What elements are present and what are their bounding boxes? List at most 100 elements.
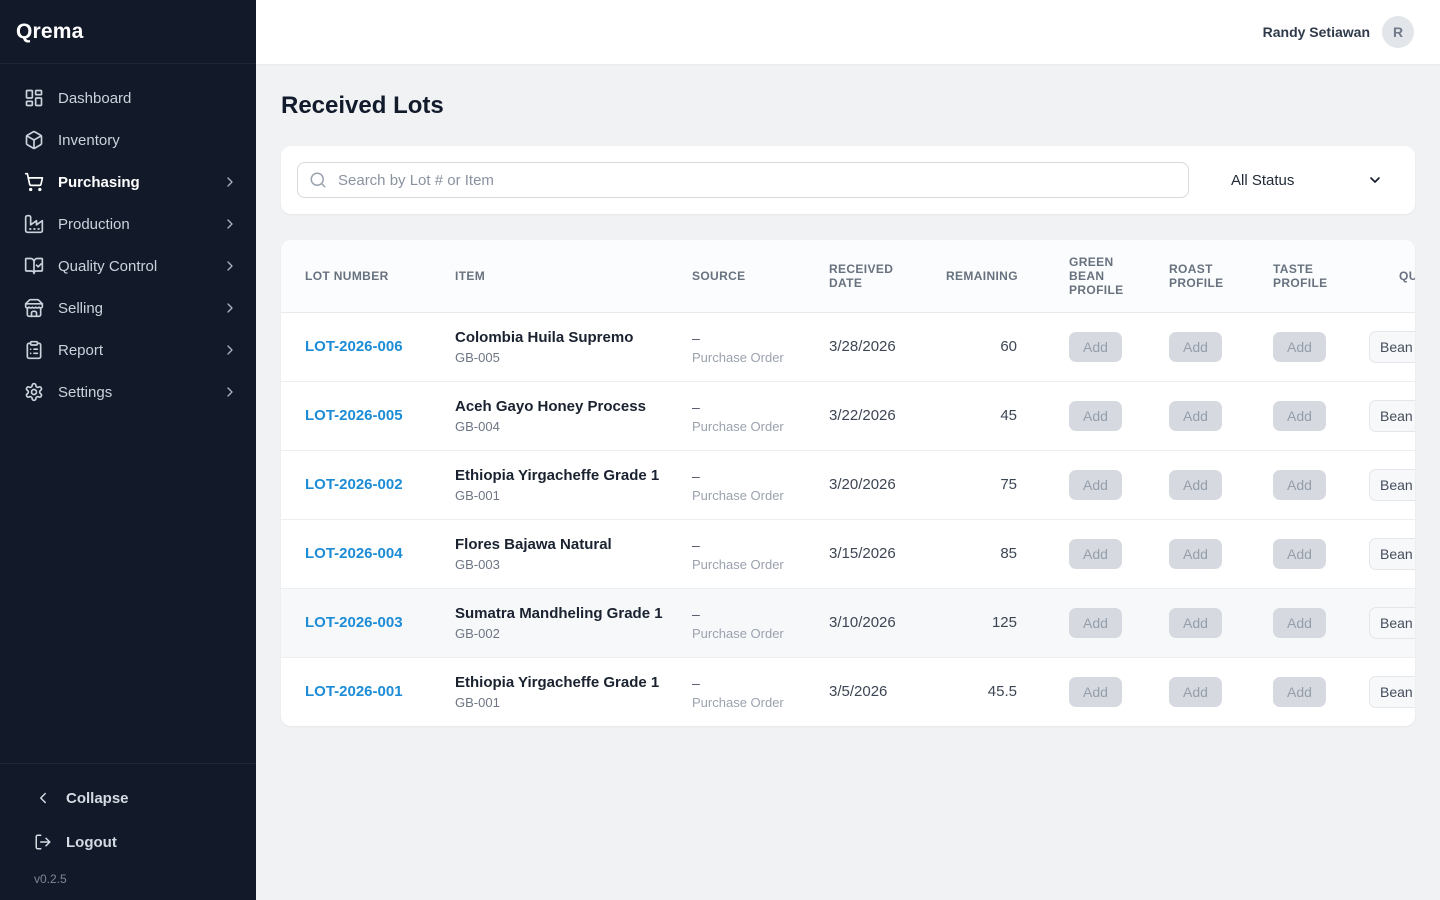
add-taste-profile-button[interactable]: Add <box>1273 539 1326 569</box>
quality-action-button[interactable]: Bean <box>1369 400 1415 432</box>
item-name: Ethiopia Yirgacheffe Grade 1 <box>455 466 668 485</box>
gear-icon <box>24 382 44 402</box>
add-green-bean-profile-button[interactable]: Add <box>1069 401 1122 431</box>
sidebar-item-production[interactable]: Production <box>0 203 256 245</box>
sidebar-item-report[interactable]: Report <box>0 329 256 371</box>
sidebar-nav: Dashboard Inventory Purchasing <box>0 64 256 763</box>
column-header-quality: QU <box>1353 240 1415 312</box>
lot-number-link[interactable]: LOT-2026-003 <box>305 614 403 631</box>
item-code: GB-005 <box>455 350 668 365</box>
add-roast-profile-button[interactable]: Add <box>1169 608 1222 638</box>
cart-icon <box>24 172 44 192</box>
sidebar-item-selling[interactable]: Selling <box>0 287 256 329</box>
sidebar-item-inventory[interactable]: Inventory <box>0 119 256 161</box>
collapse-button[interactable]: Collapse <box>0 776 256 820</box>
search-icon <box>309 171 327 189</box>
add-taste-profile-button[interactable]: Add <box>1273 677 1326 707</box>
add-taste-profile-button[interactable]: Add <box>1273 401 1326 431</box>
add-roast-profile-button[interactable]: Add <box>1169 539 1222 569</box>
quality-action-button[interactable]: Bean <box>1369 676 1415 708</box>
table-row: LOT-2026-001 Ethiopia Yirgacheffe Grade … <box>281 657 1415 726</box>
app-root: Qrema Dashboard Inventory Purchasing <box>0 0 1440 900</box>
source-type: Purchase Order <box>692 695 805 710</box>
item-code: GB-004 <box>455 419 668 434</box>
column-header-source: SOURCE <box>676 240 813 312</box>
column-header-roast-profile: ROAST PROFILE <box>1153 240 1257 312</box>
add-roast-profile-button[interactable]: Add <box>1169 677 1222 707</box>
add-green-bean-profile-button[interactable]: Add <box>1069 470 1122 500</box>
table-row: LOT-2026-002 Ethiopia Yirgacheffe Grade … <box>281 450 1415 519</box>
store-icon <box>24 298 44 318</box>
sidebar-item-label: Settings <box>58 384 222 401</box>
search-input[interactable] <box>297 162 1189 198</box>
sidebar-footer: Collapse Logout v0.2.5 <box>0 763 256 900</box>
quality-action-button[interactable]: Bean <box>1369 469 1415 501</box>
lot-number-link[interactable]: LOT-2026-005 <box>305 407 403 424</box>
column-header-received-date: RECEIVED DATE <box>813 240 930 312</box>
chevron-right-icon <box>222 342 238 358</box>
lot-number-link[interactable]: LOT-2026-004 <box>305 545 403 562</box>
add-roast-profile-button[interactable]: Add <box>1169 470 1222 500</box>
item-code: GB-001 <box>455 695 668 710</box>
received-date: 3/15/2026 <box>813 519 930 588</box>
add-green-bean-profile-button[interactable]: Add <box>1069 332 1122 362</box>
quality-action-button[interactable]: Bean <box>1369 538 1415 570</box>
avatar[interactable]: R <box>1382 16 1414 48</box>
column-header-green-bean-profile: GREEN BEAN PROFILE <box>1053 240 1153 312</box>
chevron-right-icon <box>222 216 238 232</box>
source-type: Purchase Order <box>692 488 805 503</box>
remaining-value: 85 <box>930 519 1053 588</box>
logout-button[interactable]: Logout <box>0 820 256 864</box>
quality-action-button[interactable]: Bean <box>1369 331 1415 363</box>
logout-icon <box>34 833 52 851</box>
topbar: Randy Setiawan R <box>256 0 1440 64</box>
source-type: Purchase Order <box>692 350 805 365</box>
sidebar-item-label: Report <box>58 342 222 359</box>
source-value: – <box>692 329 805 347</box>
status-filter-select[interactable]: All Status <box>1209 162 1397 198</box>
table-header-row: LOT NUMBER ITEM SOURCE RECEIVED DATE REM… <box>281 240 1415 312</box>
add-roast-profile-button[interactable]: Add <box>1169 332 1222 362</box>
add-roast-profile-button[interactable]: Add <box>1169 401 1222 431</box>
chevron-right-icon <box>222 300 238 316</box>
column-header-remaining: REMAINING <box>930 240 1053 312</box>
item-name: Colombia Huila Supremo <box>455 328 668 347</box>
item-code: GB-001 <box>455 488 668 503</box>
quality-action-button[interactable]: Bean <box>1369 607 1415 639</box>
add-taste-profile-button[interactable]: Add <box>1273 608 1326 638</box>
source-type: Purchase Order <box>692 626 805 641</box>
main-area: Randy Setiawan R Received Lots All Statu… <box>256 0 1440 900</box>
lot-number-link[interactable]: LOT-2026-002 <box>305 476 403 493</box>
app-version: v0.2.5 <box>0 864 256 886</box>
sidebar-item-dashboard[interactable]: Dashboard <box>0 77 256 119</box>
lot-number-link[interactable]: LOT-2026-001 <box>305 683 403 700</box>
add-green-bean-profile-button[interactable]: Add <box>1069 677 1122 707</box>
sidebar-item-settings[interactable]: Settings <box>0 371 256 413</box>
table-body: LOT-2026-006 Colombia Huila Supremo GB-0… <box>281 312 1415 726</box>
page-title: Received Lots <box>281 92 1415 120</box>
add-green-bean-profile-button[interactable]: Add <box>1069 608 1122 638</box>
sidebar-item-label: Purchasing <box>58 174 222 191</box>
add-green-bean-profile-button[interactable]: Add <box>1069 539 1122 569</box>
lot-number-link[interactable]: LOT-2026-006 <box>305 338 403 355</box>
sidebar-item-label: Production <box>58 216 222 233</box>
add-taste-profile-button[interactable]: Add <box>1273 332 1326 362</box>
user-name: Randy Setiawan <box>1263 24 1370 40</box>
table-row: LOT-2026-006 Colombia Huila Supremo GB-0… <box>281 312 1415 381</box>
source-value: – <box>692 674 805 692</box>
sidebar-item-quality-control[interactable]: Quality Control <box>0 245 256 287</box>
dashboard-icon <box>24 88 44 108</box>
content: Received Lots All Status <box>256 64 1440 754</box>
received-date: 3/22/2026 <box>813 381 930 450</box>
factory-icon <box>24 214 44 234</box>
chevron-right-icon <box>222 258 238 274</box>
remaining-value: 45 <box>930 381 1053 450</box>
column-header-taste-profile: TASTE PROFILE <box>1257 240 1353 312</box>
received-lots-table: LOT NUMBER ITEM SOURCE RECEIVED DATE REM… <box>281 240 1415 726</box>
source-type: Purchase Order <box>692 557 805 572</box>
sidebar-item-purchasing[interactable]: Purchasing <box>0 161 256 203</box>
add-taste-profile-button[interactable]: Add <box>1273 470 1326 500</box>
chevron-down-icon <box>1367 172 1383 188</box>
filter-bar: All Status <box>281 146 1415 214</box>
source-value: – <box>692 467 805 485</box>
